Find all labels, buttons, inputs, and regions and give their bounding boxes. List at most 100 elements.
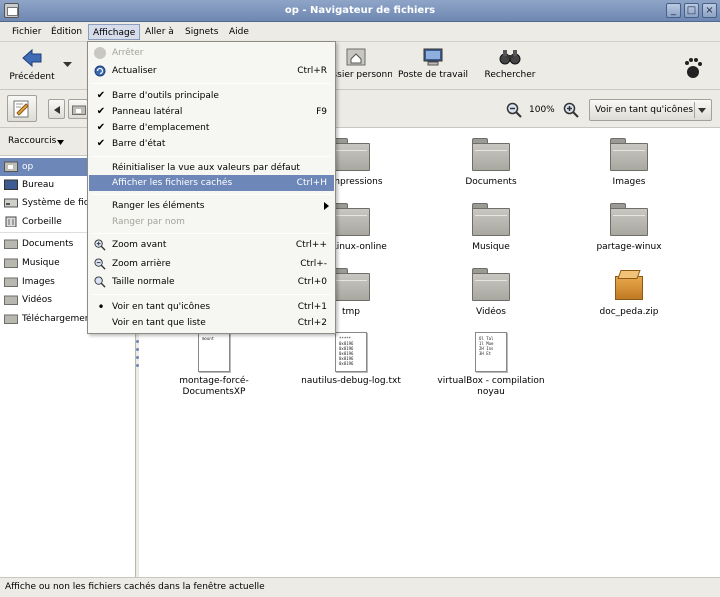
sidebar-item-label: Images — [22, 277, 55, 287]
text-file-icon: mount — [198, 332, 230, 372]
filesystem-icon — [4, 198, 18, 208]
menu-item-label: Réinitialiser la vue aux valeurs par déf… — [112, 163, 300, 173]
menu-item-label: Barre d'emplacement — [112, 123, 210, 133]
file-name: Documents — [465, 177, 517, 187]
menu-item-label: Voir en tant qu'icônes — [112, 302, 211, 312]
menu-signets[interactable]: Signets — [181, 24, 222, 40]
close-button[interactable]: × — [702, 3, 717, 18]
chevron-down-icon — [698, 108, 706, 113]
zoom-in-icon[interactable] — [563, 102, 579, 118]
text-file-icon: ***** 0x8196 0x8196 0x8196 0x8196 0x8196 — [335, 332, 367, 372]
maximize-button[interactable]: □ — [684, 3, 699, 18]
file-item[interactable]: Musique — [431, 203, 551, 253]
menu-item-label: Actualiser — [112, 66, 157, 76]
zoom-out-icon[interactable] — [506, 102, 522, 118]
menu-aller-a[interactable]: Aller à — [141, 24, 178, 40]
menu-item-label: Ranger les éléments — [112, 201, 205, 211]
folder-icon — [332, 268, 370, 302]
computer-label: Poste de travail — [398, 70, 468, 80]
check-icon: ✔ — [96, 122, 106, 133]
status-text: Affiche ou non les fichiers cachés dans … — [5, 582, 265, 592]
menu-aide[interactable]: Aide — [225, 24, 253, 40]
folder-icon — [332, 203, 370, 237]
archive-icon — [613, 268, 645, 302]
gnome-foot-icon — [685, 58, 702, 78]
menu-item-accel: Ctrl+R — [297, 66, 327, 76]
file-name: virtualBox - compilation noyau — [437, 376, 545, 397]
menu-item-label: Afficher les fichiers cachés — [112, 178, 233, 188]
file-name: partage-winux — [596, 242, 662, 252]
file-item[interactable]: doc_peda.zip — [569, 268, 689, 318]
menu-fichier[interactable]: Fichier — [8, 24, 45, 40]
binoculars-icon — [499, 50, 521, 65]
menu-item-arrange-items[interactable]: Ranger les éléments — [89, 198, 334, 214]
radio-dot-icon: • — [97, 300, 105, 314]
sidebar-item-label: Bureau — [22, 180, 55, 190]
file-item[interactable]: Ol Tal 1l Mue 2H Ins 3H Et virtualBox - … — [431, 332, 551, 398]
folder-icon — [472, 138, 510, 172]
back-history-dropdown-icon[interactable] — [63, 62, 72, 68]
minimize-button[interactable]: _ — [666, 3, 681, 18]
chevron-down-icon — [57, 140, 64, 145]
search-button[interactable]: Rechercher — [480, 48, 540, 80]
folder-icon — [4, 239, 18, 249]
chevron-left-icon — [54, 106, 60, 114]
menu-item-view-as-list[interactable]: Voir en tant que liste Ctrl+2 — [89, 315, 334, 331]
stop-icon — [94, 47, 106, 59]
sidebar-item-label: Corbeille — [22, 217, 62, 227]
file-name: tmp — [341, 307, 360, 317]
submenu-arrow-icon — [324, 202, 329, 210]
menu-edition[interactable]: Édition — [47, 24, 86, 40]
menu-item-main-toolbar[interactable]: ✔ Barre d'outils principale — [89, 88, 334, 104]
menu-item-accel: F9 — [316, 107, 327, 117]
menu-item-reset-view[interactable]: Réinitialiser la vue aux valeurs par déf… — [89, 160, 334, 176]
toggle-location-button[interactable] — [7, 95, 37, 122]
file-name: Musique — [472, 242, 510, 252]
menu-item-status-bar[interactable]: ✔ Barre d'état — [89, 136, 334, 152]
back-button[interactable]: Précédent — [6, 48, 58, 82]
home-folder-icon — [4, 161, 18, 172]
menu-item-view-as-icons[interactable]: • Voir en tant qu'icônes Ctrl+1 — [89, 299, 334, 315]
menu-item-side-pane[interactable]: ✔ Panneau latéral F9 — [89, 104, 334, 120]
menu-item-arrange-by-name[interactable]: Ranger par nom — [89, 214, 334, 230]
file-item[interactable]: Documents — [431, 138, 551, 188]
zoom-level[interactable]: 100% — [529, 105, 555, 115]
folder-icon — [610, 203, 648, 237]
path-button-home[interactable] — [68, 99, 88, 119]
file-item[interactable]: partage-winux — [569, 203, 689, 253]
menu-item-normal-size[interactable]: Taille normale Ctrl+0 — [89, 274, 334, 290]
file-name: doc_peda.zip — [599, 307, 659, 317]
menu-item-accel: Ctrl+- — [300, 259, 327, 269]
folder-icon — [610, 138, 648, 172]
folder-icon — [4, 295, 18, 305]
menu-item-accel: Ctrl+H — [296, 178, 327, 188]
menu-item-label: Voir en tant que liste — [112, 318, 206, 328]
menu-item-reload[interactable]: Actualiser Ctrl+R — [89, 63, 334, 79]
file-name: Images — [612, 177, 646, 187]
file-item[interactable]: Vidéos — [431, 268, 551, 318]
menu-item-zoom-out[interactable]: Zoom arrière Ctrl+- — [89, 256, 334, 272]
view-mode-select[interactable]: Voir en tant qu'icônes — [589, 99, 712, 121]
view-menu: Arrêter Actualiser Ctrl+R ✔ Barre d'outi… — [87, 41, 336, 334]
menu-item-show-hidden-files[interactable]: Afficher les fichiers cachés Ctrl+H — [89, 175, 334, 191]
menu-item-accel: Ctrl++ — [295, 240, 327, 250]
menu-item-zoom-in[interactable]: Zoom avant Ctrl++ — [89, 237, 334, 253]
menu-affichage[interactable]: Affichage — [88, 24, 141, 40]
menu-item-label: Barre d'outils principale — [112, 91, 219, 101]
file-name: montage-forcé-DocumentsXP — [179, 376, 249, 397]
file-item[interactable]: Images — [569, 138, 689, 188]
home-icon — [346, 48, 366, 66]
menu-item-label: Barre d'état — [112, 139, 166, 149]
menu-bar: Fichier Édition Affichage Aller à Signet… — [0, 22, 720, 42]
menu-item-location-bar[interactable]: ✔ Barre d'emplacement — [89, 120, 334, 136]
file-item[interactable]: ***** 0x8196 0x8196 0x8196 0x8196 0x8196… — [291, 332, 411, 387]
file-item[interactable]: mount montage-forcé-DocumentsXP — [154, 332, 274, 398]
edit-location-icon — [13, 100, 29, 118]
computer-button[interactable]: Poste de travail — [396, 48, 470, 80]
menu-item-stop[interactable]: Arrêter — [89, 45, 334, 61]
refresh-icon — [94, 65, 106, 77]
path-scroll-left-button[interactable] — [48, 99, 65, 119]
menu-item-label: Ranger par nom — [112, 217, 185, 227]
home-folder-icon — [72, 105, 86, 115]
menu-item-accel: Ctrl+1 — [297, 302, 327, 312]
